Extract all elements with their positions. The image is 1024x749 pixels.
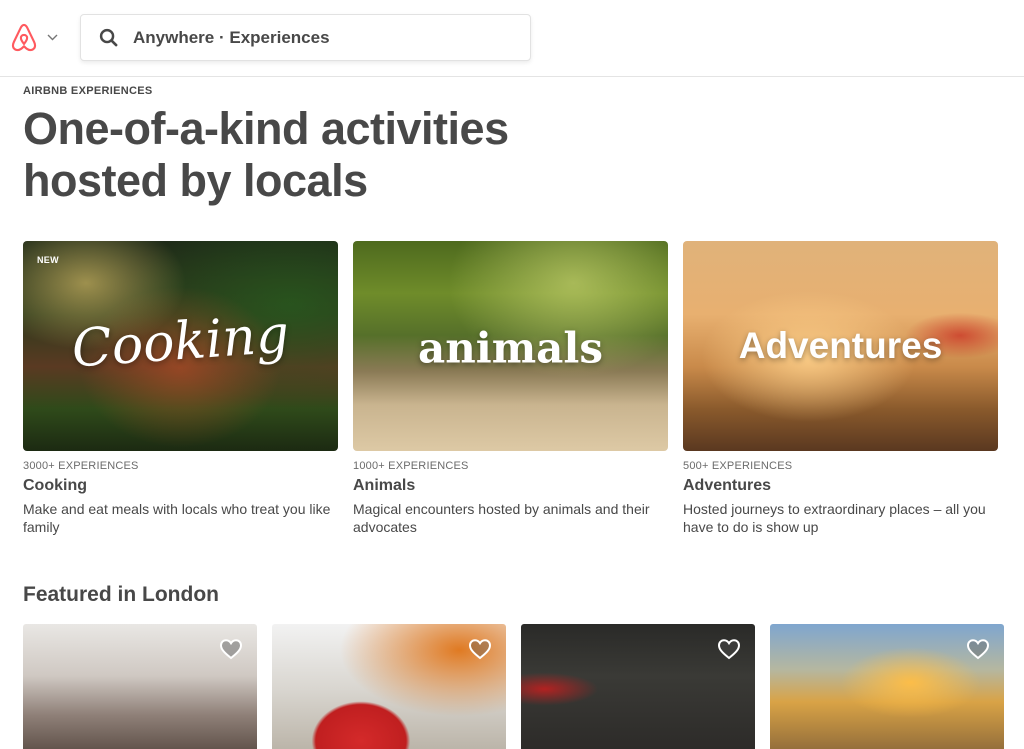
top-header: Anywhere · Experiences bbox=[0, 0, 1024, 77]
featured-card-3[interactable] bbox=[521, 624, 755, 749]
search-query-text: Anywhere · Experiences bbox=[133, 27, 330, 47]
heart-icon[interactable] bbox=[717, 638, 741, 660]
new-badge: NEW bbox=[37, 255, 59, 265]
category-name[interactable]: Animals bbox=[353, 477, 668, 495]
featured-section-title: Featured in London bbox=[23, 583, 219, 606]
featured-card-2[interactable] bbox=[272, 624, 506, 749]
category-card-adventures[interactable]: Adventures 500+ EXPERIENCES Adventures H… bbox=[683, 241, 998, 536]
category-description: Hosted journeys to extraordinary places … bbox=[683, 501, 986, 535]
category-image-adventures[interactable]: Adventures bbox=[683, 241, 998, 451]
chevron-down-icon bbox=[47, 34, 58, 41]
section-eyebrow: AIRBNB EXPERIENCES bbox=[23, 85, 153, 97]
airbnb-logo-menu[interactable] bbox=[9, 22, 58, 53]
category-description: Magical encounters hosted by animals and… bbox=[353, 501, 650, 535]
category-count: 3000+ EXPERIENCES bbox=[23, 460, 139, 472]
category-image-animals[interactable]: animals bbox=[353, 241, 668, 451]
page-headline: One-of-a-kind activities hosted by local… bbox=[23, 103, 583, 207]
category-card-cooking[interactable]: NEW Cooking 3000+ EXPERIENCES Cooking Ma… bbox=[23, 241, 338, 536]
category-count: 1000+ EXPERIENCES bbox=[353, 460, 469, 472]
category-description: Make and eat meals with locals who treat… bbox=[23, 501, 331, 535]
heart-icon[interactable] bbox=[966, 638, 990, 660]
category-overlay-title: Cooking bbox=[70, 304, 291, 380]
category-card-animals[interactable]: animals 1000+ EXPERIENCES Animals Magica… bbox=[353, 241, 668, 536]
category-overlay-title: animals bbox=[418, 323, 603, 373]
heart-icon[interactable] bbox=[219, 638, 243, 660]
category-count: 500+ EXPERIENCES bbox=[683, 460, 793, 472]
category-name[interactable]: Cooking bbox=[23, 477, 338, 495]
featured-card-4[interactable] bbox=[770, 624, 1004, 749]
airbnb-logo-icon bbox=[9, 22, 39, 53]
category-image-cooking[interactable]: NEW Cooking bbox=[23, 241, 338, 451]
headline-line-1: One-of-a-kind activities bbox=[23, 103, 509, 154]
heart-icon[interactable] bbox=[468, 638, 492, 660]
headline-line-2: hosted by locals bbox=[23, 155, 368, 206]
featured-card-1[interactable] bbox=[23, 624, 257, 749]
category-overlay-title: Adventures bbox=[738, 325, 943, 366]
search-bar[interactable]: Anywhere · Experiences bbox=[80, 14, 531, 61]
category-name[interactable]: Adventures bbox=[683, 477, 998, 495]
search-icon bbox=[97, 27, 119, 49]
